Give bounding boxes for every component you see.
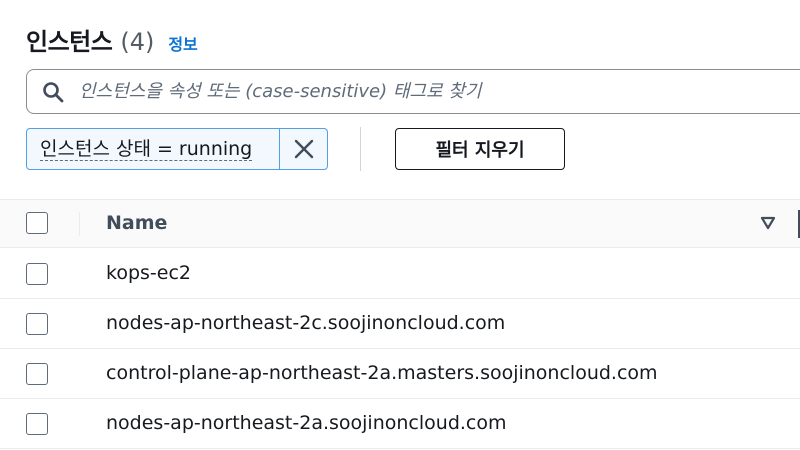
page-header: 인스턴스 (4) 정보 — [26, 22, 198, 57]
close-icon — [294, 139, 313, 159]
instance-count: (4) — [120, 28, 155, 56]
instance-name: kops-ec2 — [106, 262, 191, 284]
instance-name: nodes-ap-northeast-2a.soojinoncloud.com — [106, 412, 507, 434]
column-divider — [79, 212, 80, 236]
row-checkbox[interactable] — [26, 313, 48, 335]
info-link[interactable]: 정보 — [168, 31, 197, 55]
select-all-checkbox[interactable] — [26, 212, 48, 234]
search-input[interactable] — [79, 81, 779, 102]
table-row[interactable]: kops-ec2 — [0, 249, 800, 299]
instance-name: control-plane-ap-northeast-2a.masters.so… — [106, 362, 658, 384]
filter-token-text: 인스턴스 상태 = running — [40, 137, 253, 161]
search-icon — [43, 81, 64, 102]
table-row[interactable]: nodes-ap-northeast-2a.soojinoncloud.com — [0, 399, 800, 449]
page-title: 인스턴스 — [26, 28, 113, 56]
remove-filter-button[interactable] — [279, 129, 327, 169]
clear-filters-button[interactable]: 필터 지우기 — [395, 128, 565, 170]
row-checkbox[interactable] — [26, 263, 48, 285]
instances-panel: 인스턴스 (4) 정보 인스턴스 상태 = running 필터 지우기 Nam… — [0, 0, 800, 450]
instance-name: nodes-ap-northeast-2c.soojinoncloud.com — [106, 312, 506, 334]
row-checkbox[interactable] — [26, 413, 48, 435]
table-row[interactable]: nodes-ap-northeast-2c.soojinoncloud.com — [0, 299, 800, 349]
filter-token-label[interactable]: 인스턴스 상태 = running — [27, 129, 279, 169]
filter-divider — [360, 127, 361, 171]
filter-token: 인스턴스 상태 = running — [26, 128, 328, 170]
column-header-name[interactable]: Name — [106, 212, 167, 234]
row-checkbox[interactable] — [26, 363, 48, 385]
table-row[interactable]: control-plane-ap-northeast-2a.masters.so… — [0, 349, 800, 399]
table-header: Name — [0, 200, 800, 248]
sort-descending-icon[interactable] — [760, 216, 776, 230]
search-bar[interactable] — [26, 69, 800, 114]
